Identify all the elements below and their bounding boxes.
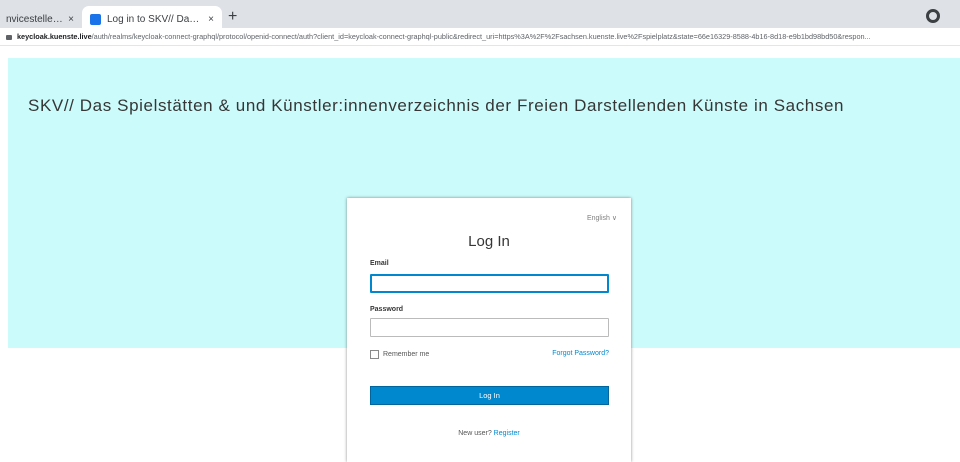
new-tab-button[interactable]: +: [228, 8, 237, 26]
remember-me-label: Remember me: [383, 351, 430, 358]
record-icon[interactable]: [926, 9, 940, 23]
language-selector[interactable]: English ∨: [587, 214, 617, 222]
login-card: English ∨ Log In Email Password Remember…: [347, 198, 631, 462]
tab-title: Log in to SKV// Das Spielstätten...: [107, 13, 204, 25]
favicon-icon: [90, 13, 101, 25]
password-label: Password: [370, 306, 404, 313]
password-input[interactable]: [370, 318, 609, 337]
remember-me[interactable]: Remember me: [370, 350, 429, 359]
url-host: keycloak.kuenste.live: [17, 32, 92, 41]
login-button[interactable]: Log In: [370, 386, 609, 405]
forgot-password-link[interactable]: Forgot Password?: [552, 350, 609, 357]
login-title: Log In: [468, 233, 510, 250]
register-link[interactable]: Register: [494, 430, 520, 437]
lock-icon[interactable]: [6, 35, 12, 40]
close-icon[interactable]: ×: [64, 14, 78, 25]
email-label: Email: [370, 260, 389, 267]
email-input[interactable]: [370, 274, 609, 293]
new-user-text: New user?: [458, 430, 492, 437]
url-path: /auth/realms/keycloak-connect-graphql/pr…: [91, 32, 871, 41]
close-icon[interactable]: ×: [204, 14, 218, 25]
page-title: SKV// Das Spielstätten & und Künstler:in…: [28, 96, 845, 115]
remember-me-checkbox[interactable]: [370, 350, 379, 359]
tab-title: nvicestelle FREIE S...: [6, 13, 64, 25]
address-bar[interactable]: keycloak.kuenste.live /auth/realms/keycl…: [0, 28, 960, 46]
register-line: New user? Register: [347, 430, 631, 437]
